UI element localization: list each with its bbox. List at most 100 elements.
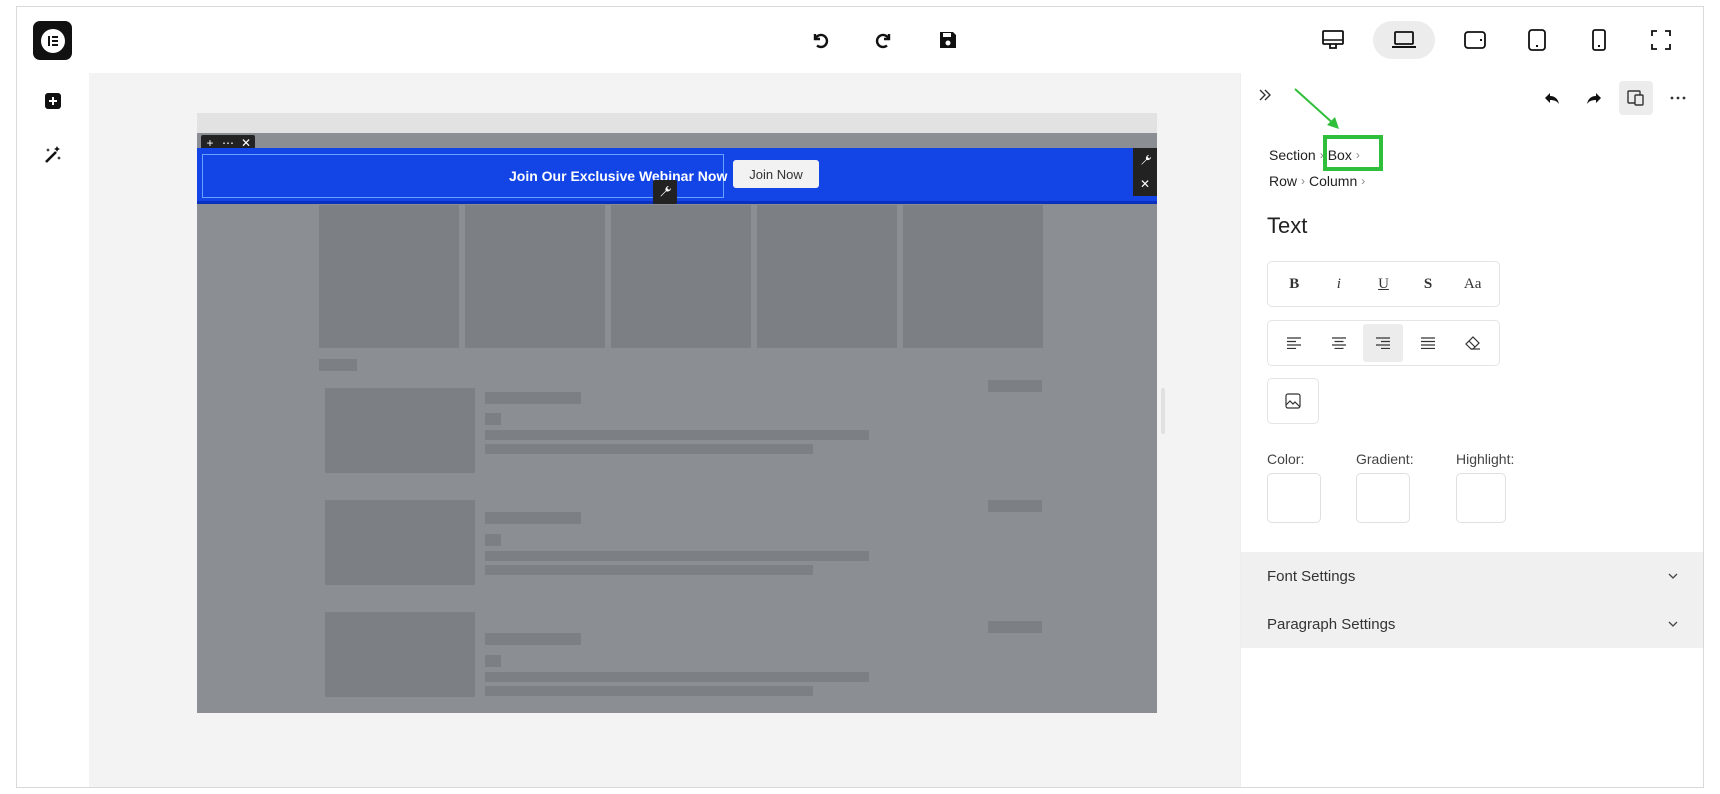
align-center-icon: [1331, 337, 1346, 349]
breadcrumb-column[interactable]: Column: [1309, 173, 1357, 189]
align-left-icon: [1287, 337, 1302, 349]
underline-button[interactable]: U: [1363, 265, 1403, 303]
app-window: + ⋯ ✕ Join Our Exclusive Webinar Now Joi…: [16, 6, 1704, 788]
product-card-placeholder: [611, 205, 751, 348]
redo-icon: [875, 33, 891, 49]
panel-actions: [1535, 81, 1695, 115]
gradient-label: Gradient:: [1356, 451, 1414, 467]
more-options-button[interactable]: [1661, 81, 1695, 115]
fullscreen-button[interactable]: [1639, 21, 1683, 59]
bold-button[interactable]: B: [1274, 265, 1314, 303]
annotation-arrow-icon: [1294, 88, 1339, 129]
line-placeholder: [485, 430, 869, 440]
breadcrumb-row[interactable]: Row: [1269, 173, 1297, 189]
section-close-button[interactable]: ✕: [1133, 172, 1157, 196]
webinar-banner-section[interactable]: Join Our Exclusive Webinar Now Join Now: [197, 148, 1157, 204]
tablet-landscape-view-button[interactable]: [1453, 21, 1497, 59]
color-picker[interactable]: [1267, 473, 1321, 523]
line-placeholder: [485, 534, 501, 546]
section-side-tools: ✕: [1133, 148, 1157, 196]
collapse-panel-button[interactable]: [1257, 87, 1273, 108]
insert-image-button[interactable]: [1267, 378, 1319, 424]
add-element-button[interactable]: [41, 89, 65, 113]
tablet-icon: [1528, 29, 1546, 51]
add-icon: [45, 93, 61, 109]
magic-wand-icon: [45, 146, 61, 163]
logo-mark-icon: [40, 28, 65, 53]
align-justify-button[interactable]: [1408, 324, 1448, 362]
align-justify-icon: [1421, 337, 1436, 349]
app-logo[interactable]: [33, 21, 72, 60]
product-card-placeholder: [465, 205, 605, 348]
gradient-picker[interactable]: [1356, 473, 1410, 523]
product-card-placeholder: [319, 205, 459, 348]
strikethrough-button[interactable]: S: [1408, 265, 1448, 303]
panel-redo-button[interactable]: [1577, 81, 1611, 115]
editor-canvas: + ⋯ ✕ Join Our Exclusive Webinar Now Joi…: [89, 73, 1368, 787]
save-button[interactable]: [935, 27, 961, 53]
mobile-view-button[interactable]: [1577, 21, 1621, 59]
product-card-placeholder: [903, 205, 1043, 348]
desktop-view-button[interactable]: [1311, 21, 1355, 59]
line-placeholder: [485, 686, 813, 696]
panel-undo-button[interactable]: [1535, 81, 1569, 115]
line-placeholder: [988, 500, 1042, 512]
clear-format-button[interactable]: [1453, 324, 1493, 362]
panel-title: Text: [1267, 213, 1308, 238]
double-chevron-right-icon: [1259, 89, 1271, 101]
text-format-group: B i U S Aa: [1267, 261, 1500, 307]
align-right-icon: [1376, 337, 1391, 349]
properties-panel: Section › Box › Row › Column › Text B i …: [1240, 73, 1703, 787]
product-card-placeholder: [757, 205, 897, 348]
top-toolbar: [17, 7, 1703, 73]
line-placeholder: [988, 380, 1042, 392]
text-case-button[interactable]: Aa: [1453, 265, 1493, 303]
breadcrumb-row2: Row › Column ›: [1269, 173, 1366, 189]
align-right-button[interactable]: [1363, 324, 1404, 362]
ai-magic-button[interactable]: [41, 143, 65, 167]
align-left-button[interactable]: [1274, 324, 1314, 362]
tablet-view-button[interactable]: [1515, 21, 1559, 59]
list-thumb-placeholder: [325, 500, 475, 585]
italic-button[interactable]: i: [1319, 265, 1359, 303]
line-placeholder: [485, 392, 581, 404]
paragraph-settings-label: Paragraph Settings: [1267, 615, 1396, 633]
text-align-group: [1267, 320, 1500, 366]
banner-heading-text[interactable]: Join Our Exclusive Webinar Now: [509, 168, 727, 184]
line-placeholder: [485, 413, 501, 425]
panel-resize-handle[interactable]: [1161, 388, 1165, 434]
image-icon: [1285, 393, 1301, 409]
responsive-toggle-button[interactable]: [1619, 81, 1653, 115]
forward-icon: [1587, 93, 1601, 104]
more-horizontal-icon: [1670, 96, 1686, 100]
page-top-strip: [197, 113, 1157, 133]
heading-placeholder: [319, 359, 357, 371]
align-center-button[interactable]: [1319, 324, 1359, 362]
section-settings-button[interactable]: [1133, 148, 1157, 172]
chevron-down-icon: [1668, 621, 1678, 627]
font-settings-accordion[interactable]: Font Settings: [1241, 552, 1703, 600]
highlight-picker[interactable]: [1456, 473, 1506, 523]
eraser-icon: [1464, 336, 1480, 350]
line-placeholder: [485, 512, 581, 524]
chevron-down-icon: [1668, 573, 1678, 579]
left-sidebar: [17, 73, 89, 787]
line-placeholder: [485, 444, 813, 454]
reply-icon: [1545, 93, 1559, 104]
color-label: Color:: [1267, 451, 1305, 467]
join-now-button[interactable]: Join Now: [733, 160, 819, 188]
save-icon: [940, 32, 956, 48]
highlight-label: Highlight:: [1456, 451, 1515, 467]
tablet-landscape-icon: [1464, 31, 1486, 49]
breadcrumb-section[interactable]: Section: [1269, 147, 1316, 163]
laptop-view-button[interactable]: [1373, 21, 1435, 59]
redo-button[interactable]: [871, 27, 897, 53]
line-placeholder: [485, 551, 869, 561]
highlight-box-annotation: [1323, 135, 1383, 171]
line-placeholder: [485, 565, 813, 575]
page-preview[interactable]: + ⋯ ✕ Join Our Exclusive Webinar Now Joi…: [197, 113, 1157, 713]
device-switcher: [1311, 21, 1683, 59]
paragraph-settings-accordion[interactable]: Paragraph Settings: [1241, 600, 1703, 648]
undo-button[interactable]: [807, 27, 833, 53]
element-settings-button[interactable]: [653, 180, 677, 204]
